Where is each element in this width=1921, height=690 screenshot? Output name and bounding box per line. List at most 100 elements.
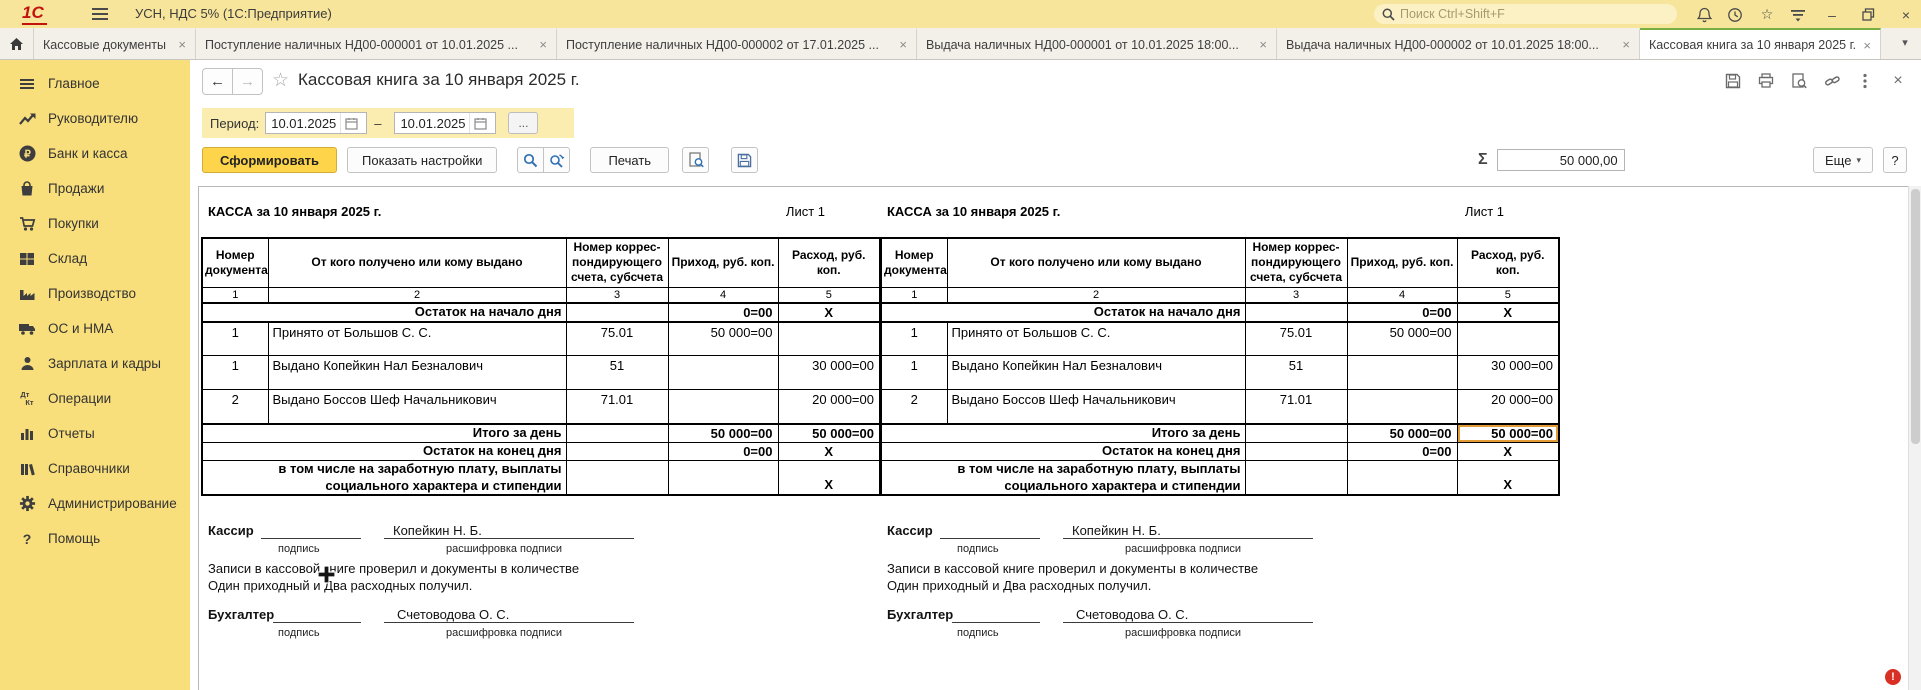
summary-label-cell[interactable]: в том числе на заработную плату, выплаты… (202, 460, 566, 495)
search-input[interactable] (1400, 7, 1650, 21)
summary-label-cell[interactable]: Остаток на конец дня (202, 442, 566, 460)
income-cell[interactable]: 0=00 (1347, 303, 1457, 322)
income-cell[interactable]: 0=00 (1347, 442, 1457, 460)
close-window-icon[interactable]: × (1897, 6, 1915, 23)
sidebar-item-person[interactable]: Зарплата и кадры (0, 346, 190, 381)
account-cell[interactable] (1245, 424, 1347, 442)
scrollbar-thumb[interactable] (1911, 189, 1920, 444)
document-tab[interactable]: Кассовая книга за 10 января 2025 г. × (1640, 28, 1881, 59)
account-cell[interactable] (566, 460, 668, 495)
help-button[interactable]: ? (1883, 147, 1907, 173)
favorites-star-icon[interactable]: ☆ (1758, 6, 1776, 23)
history-icon[interactable] (1726, 6, 1744, 23)
doc-number-cell[interactable]: 1 (881, 322, 947, 356)
tab-close-icon[interactable]: × (178, 37, 186, 52)
column-number[interactable]: 5 (1457, 287, 1559, 303)
account-cell[interactable] (1245, 303, 1347, 322)
sidebar-item-factory[interactable]: Производство (0, 276, 190, 311)
get-link-icon[interactable] (1823, 72, 1841, 89)
account-cell[interactable]: 71.01 (1245, 390, 1347, 424)
expense-cell[interactable]: X (778, 460, 880, 495)
tab-close-icon[interactable]: × (899, 37, 907, 52)
tab-close-icon[interactable]: × (539, 37, 547, 52)
doc-number-cell[interactable]: 1 (202, 322, 268, 356)
doc-number-cell[interactable]: 1 (202, 356, 268, 390)
tab-close-icon[interactable]: × (1863, 38, 1871, 53)
save-result-button[interactable] (731, 147, 758, 173)
expense-cell[interactable]: 20 000=00 (1457, 390, 1559, 424)
service-menu-icon[interactable] (1789, 6, 1807, 23)
autosum-value[interactable] (1497, 149, 1625, 171)
expense-cell[interactable]: 20 000=00 (778, 390, 880, 424)
column-number[interactable]: 4 (1347, 287, 1457, 303)
income-cell[interactable] (668, 356, 778, 390)
column-number[interactable]: 1 (202, 287, 268, 303)
expense-cell[interactable] (778, 322, 880, 356)
tab-close-icon[interactable]: × (1259, 37, 1267, 52)
home-tab[interactable] (0, 28, 34, 59)
income-cell[interactable]: 0=00 (668, 442, 778, 460)
notification-icon[interactable]: ! (1885, 669, 1901, 685)
print-icon[interactable] (1757, 72, 1775, 89)
sidebar-item-help[interactable]: ? Помощь (0, 521, 190, 556)
account-cell[interactable]: 51 (1245, 356, 1347, 390)
calendar-icon[interactable] (469, 113, 491, 133)
account-cell[interactable] (1245, 460, 1347, 495)
doc-number-cell[interactable]: 1 (881, 356, 947, 390)
period-from-input[interactable] (266, 116, 340, 131)
column-number[interactable]: 3 (1245, 287, 1347, 303)
column-number[interactable]: 3 (566, 287, 668, 303)
summary-label-cell[interactable]: Итого за день (881, 424, 1245, 442)
minimize-window-icon[interactable]: – (1823, 6, 1841, 23)
tab-close-icon[interactable]: × (1622, 37, 1630, 52)
expense-cell[interactable]: 50 000=00 (778, 424, 880, 442)
column-number[interactable]: 5 (778, 287, 880, 303)
document-tab[interactable]: Кассовые документы × (34, 28, 196, 59)
notifications-bell-icon[interactable] (1695, 6, 1713, 23)
main-menu-icon[interactable] (92, 8, 108, 20)
period-choice-button[interactable]: ... (508, 112, 538, 134)
expense-cell[interactable]: 50 000=00 (1457, 424, 1559, 442)
forward-button[interactable]: → (232, 68, 263, 95)
sidebar-item-gear[interactable]: Администрирование (0, 486, 190, 521)
document-tab[interactable]: Поступление наличных НД00-000001 от 10.0… (196, 28, 557, 59)
document-tab[interactable]: Выдача наличных НД00-000002 от 10.01.202… (1277, 28, 1640, 59)
account-cell[interactable] (566, 303, 668, 322)
add-to-favorites-star-icon[interactable]: ☆ (272, 69, 289, 92)
document-tab[interactable]: Поступление наличных НД00-000002 от 17.0… (557, 28, 917, 59)
account-cell[interactable]: 75.01 (566, 322, 668, 356)
summary-label-cell[interactable]: в том числе на заработную плату, выплаты… (881, 460, 1245, 495)
print-button[interactable]: Печать (590, 147, 669, 173)
income-cell[interactable]: 50 000=00 (1347, 322, 1457, 356)
income-cell[interactable] (668, 460, 778, 495)
expense-cell[interactable]: X (1457, 303, 1559, 322)
income-cell[interactable] (1347, 390, 1457, 424)
sidebar-item-trend[interactable]: Руководителю (0, 101, 190, 136)
column-number[interactable]: 1 (881, 287, 947, 303)
restore-window-icon[interactable] (1859, 6, 1877, 23)
income-cell[interactable] (1347, 460, 1457, 495)
global-search[interactable] (1374, 4, 1677, 24)
account-cell[interactable] (566, 424, 668, 442)
description-cell[interactable]: Выдано Боссов Шеф Начальникович (268, 390, 566, 424)
sidebar-item-dtkt[interactable]: ДтКт Операции (0, 381, 190, 416)
income-cell[interactable]: 50 000=00 (668, 322, 778, 356)
sidebar-item-menu[interactable]: Главное (0, 66, 190, 101)
find-next-button[interactable] (543, 147, 570, 173)
sidebar-item-sales[interactable]: Продажи (0, 171, 190, 206)
period-to-input[interactable] (395, 116, 469, 131)
more-actions-kebab-icon[interactable] (1856, 72, 1874, 89)
sidebar-item-stock[interactable]: Склад (0, 241, 190, 276)
account-cell[interactable] (1245, 442, 1347, 460)
expense-cell[interactable]: X (778, 442, 880, 460)
save-icon[interactable] (1724, 72, 1742, 89)
sidebar-item-chart[interactable]: Отчеты (0, 416, 190, 451)
preview-button[interactable] (682, 147, 709, 173)
back-button[interactable]: ← (202, 68, 233, 95)
vertical-scrollbar[interactable] (1908, 186, 1921, 690)
find-button[interactable] (517, 147, 544, 173)
description-cell[interactable]: Выдано Копейкин Нал Безналович (947, 356, 1245, 390)
account-cell[interactable] (566, 442, 668, 460)
expense-cell[interactable]: 30 000=00 (1457, 356, 1559, 390)
column-number[interactable]: 2 (268, 287, 566, 303)
